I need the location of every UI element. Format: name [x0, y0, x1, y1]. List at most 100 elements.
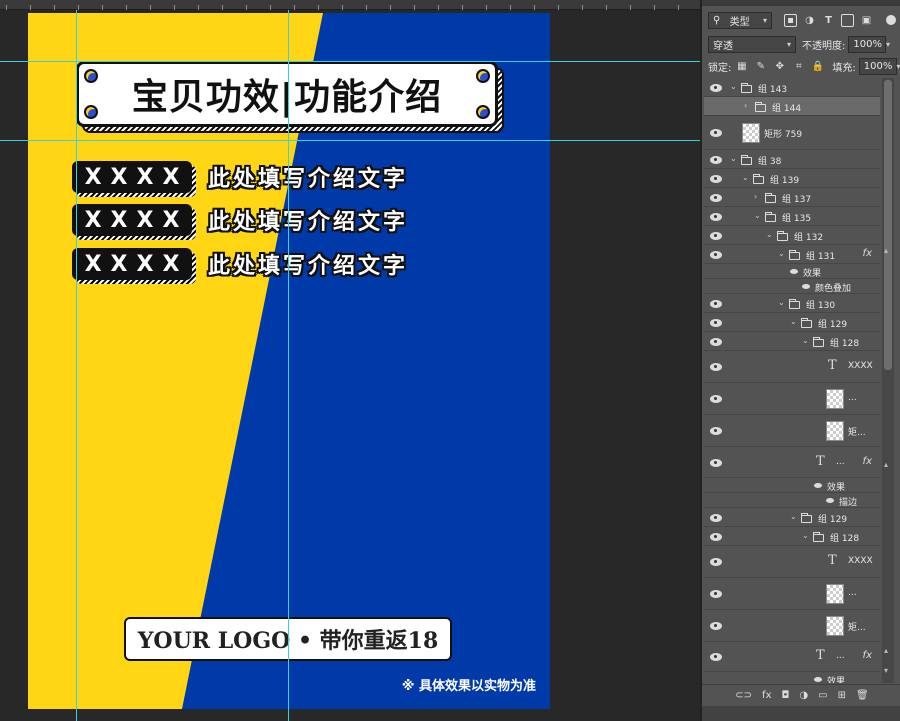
visibility-eye-icon[interactable]	[710, 653, 722, 661]
guide-line-vertical[interactable]	[288, 10, 289, 721]
layer-row[interactable]: 效果	[704, 478, 880, 493]
layer-row[interactable]: 效果	[704, 672, 880, 683]
shape-filter-icon[interactable]	[841, 13, 854, 27]
lock-all-icon[interactable]: 🔒	[811, 60, 824, 73]
lock-artboard-icon[interactable]: ⌗	[792, 60, 805, 73]
chevron-down-icon[interactable]: ⌄	[742, 173, 749, 182]
visibility-eye-icon[interactable]	[710, 319, 722, 327]
chevron-down-icon[interactable]: ▾	[884, 666, 888, 675]
visibility-eye-icon[interactable]	[710, 84, 722, 92]
feature-row[interactable]: XXXX 此处填写介绍文字	[72, 248, 408, 284]
chevron-right-icon[interactable]: ›	[754, 192, 757, 201]
lock-paint-icon[interactable]: ✎	[754, 60, 767, 73]
effect-visibility-eye-icon[interactable]	[814, 677, 823, 683]
effect-visibility-eye-icon[interactable]	[802, 284, 811, 290]
layer-row[interactable]: 效果	[704, 264, 880, 279]
visibility-eye-icon[interactable]	[710, 363, 722, 371]
chevron-down-icon[interactable]: ⌄	[730, 154, 737, 163]
type-filter-icon[interactable]: T	[822, 14, 835, 27]
visibility-eye-icon[interactable]	[710, 338, 722, 346]
feature-row[interactable]: XXXX 此处填写介绍文字	[72, 204, 408, 240]
scrollbar-thumb[interactable]	[884, 80, 892, 370]
layer-row[interactable]: 描边	[704, 493, 880, 508]
guide-line-horizontal[interactable]	[0, 61, 700, 62]
visibility-eye-icon[interactable]	[710, 194, 722, 202]
mask-icon[interactable]: ◘	[782, 690, 790, 701]
visibility-eye-icon[interactable]	[710, 427, 722, 435]
visibility-eye-icon[interactable]	[710, 129, 722, 137]
fill-input[interactable]: 100% ▾	[858, 57, 900, 75]
layer-row[interactable]: ⌄ 组 129	[704, 313, 880, 332]
visibility-eye-icon[interactable]	[710, 459, 722, 467]
layer-row[interactable]: 矩...	[704, 415, 880, 447]
fx-icon[interactable]: fx	[863, 456, 872, 467]
layer-row[interactable]: ⌄ 组 139	[704, 169, 880, 188]
visibility-eye-icon[interactable]	[710, 533, 722, 541]
lock-position-icon[interactable]: ✥	[773, 60, 786, 73]
chevron-down-icon[interactable]: ⌄	[802, 531, 809, 540]
filter-toggle-icon[interactable]	[886, 15, 896, 25]
layer-row[interactable]: T... fx	[704, 447, 880, 478]
layer-row[interactable]: ...	[704, 578, 880, 610]
layer-row[interactable]: ⌄ 组 129	[704, 508, 880, 527]
effect-visibility-eye-icon[interactable]	[814, 483, 823, 489]
guide-line-horizontal[interactable]	[0, 140, 700, 141]
chevron-up-icon[interactable]: ▴	[884, 646, 888, 655]
layer-list[interactable]: ⌄ 组 143 › 组 144 矩形 759 ⌄ 组 38 ⌄ 组 139 › 组 137 ⌄ 组 13…	[704, 78, 880, 683]
horizontal-ruler[interactable]	[0, 0, 700, 10]
layer-list-scrollbar[interactable]: ▴ ▴ ▴ ▾	[882, 78, 894, 683]
link-icon[interactable]: ⊂⊃	[735, 690, 752, 701]
chevron-down-icon[interactable]: ⌄	[790, 512, 797, 521]
layer-row[interactable]: ⌄ 组 130	[704, 294, 880, 313]
trash-icon[interactable]: 🗑	[856, 690, 869, 701]
visibility-eye-icon[interactable]	[710, 175, 722, 183]
canvas-workspace[interactable]: 宝贝功效|功能介绍 XXXX 此处填写介绍文字 XXXX 此处填写介绍文字 XX…	[0, 10, 700, 721]
visibility-eye-icon[interactable]	[710, 590, 722, 598]
visibility-eye-icon[interactable]	[710, 558, 722, 566]
fx-icon[interactable]: fx	[863, 650, 872, 661]
effect-visibility-eye-icon[interactable]	[790, 269, 799, 275]
adjustment-icon[interactable]: ◑	[799, 690, 808, 701]
effect-visibility-eye-icon[interactable]	[826, 498, 835, 504]
visibility-eye-icon[interactable]	[710, 232, 722, 240]
chevron-down-icon[interactable]: ⌄	[730, 82, 737, 91]
visibility-eye-icon[interactable]	[710, 622, 722, 630]
chevron-down-icon[interactable]: ⌄	[754, 211, 761, 220]
filter-kind-select[interactable]: ⚲ 类型 ▾	[708, 11, 772, 29]
fx-icon[interactable]: fx	[762, 690, 771, 701]
guide-line-vertical[interactable]	[76, 10, 77, 721]
new-layer-icon[interactable]: ⊞	[838, 690, 846, 701]
layer-row[interactable]: ⌄ 组 38	[704, 150, 880, 169]
adjustment-filter-icon[interactable]: ◑	[803, 14, 816, 27]
layer-row[interactable]: › 组 137	[704, 188, 880, 207]
layer-row[interactable]: T XXXX	[704, 546, 880, 578]
visibility-eye-icon[interactable]	[710, 213, 722, 221]
opacity-input[interactable]: 100% ▾	[848, 35, 890, 53]
pixel-filter-icon[interactable]: ▪	[784, 13, 797, 27]
chevron-right-icon[interactable]: ›	[744, 101, 747, 110]
layer-row[interactable]: 颜色叠加	[704, 279, 880, 294]
visibility-eye-icon[interactable]	[710, 514, 722, 522]
layer-row[interactable]: T XXXX	[704, 351, 880, 383]
layer-row[interactable]: ⌄ 组 143	[704, 78, 880, 97]
title-badge[interactable]: 宝贝功效|功能介绍	[76, 61, 504, 133]
feature-row[interactable]: XXXX 此处填写介绍文字	[72, 161, 408, 197]
fx-icon[interactable]: fx	[863, 248, 872, 259]
chevron-down-icon[interactable]: ⌄	[766, 230, 773, 239]
visibility-eye-icon[interactable]	[710, 156, 722, 164]
layer-row[interactable]: ⌄ 组 128	[704, 332, 880, 351]
layer-row[interactable]: ⌄ 组 131 fx	[704, 245, 880, 264]
chevron-down-icon[interactable]: ⌄	[778, 298, 785, 307]
layer-row[interactable]: ⌄ 组 132	[704, 226, 880, 245]
chevron-down-icon[interactable]: ⌄	[790, 317, 797, 326]
artboard[interactable]: 宝贝功效|功能介绍 XXXX 此处填写介绍文字 XXXX 此处填写介绍文字 XX…	[28, 13, 550, 709]
smart-object-filter-icon[interactable]: ▣	[860, 14, 873, 27]
lock-transparency-icon[interactable]: ▦	[735, 60, 748, 73]
blend-mode-select[interactable]: 穿透 ▾	[708, 35, 796, 53]
layer-row[interactable]: 矩形 759	[704, 116, 880, 150]
layer-row[interactable]: 矩...	[704, 610, 880, 642]
folder-icon[interactable]: ▭	[818, 690, 827, 701]
layer-row[interactable]: ⌄ 组 135	[704, 207, 880, 226]
visibility-eye-icon[interactable]	[710, 395, 722, 403]
layer-row[interactable]: T... fx	[704, 642, 880, 672]
